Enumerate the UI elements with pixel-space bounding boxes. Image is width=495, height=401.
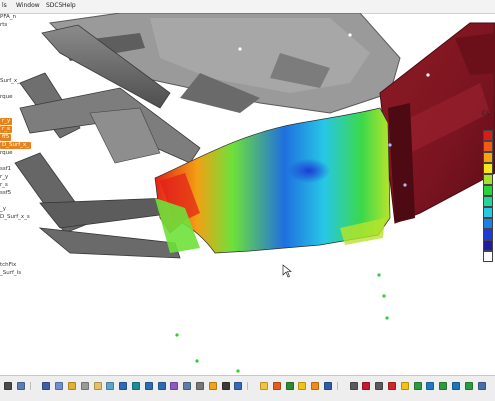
legend-swatch [483,240,493,251]
tree-node[interactable]: r_y [0,118,13,125]
shading-icon[interactable] [196,382,204,390]
chart-icon[interactable] [452,382,460,390]
legend-swatch [483,141,493,152]
specification-tree: PFA_n rts Surf_x_ rque r_y r_s ff5 D_Surf_x_ rqu… [0,14,48,284]
menu-bar: ls Window SDC5 Help [0,0,495,14]
mesh-icon[interactable] [68,382,76,390]
tree-node[interactable]: _y [0,206,6,213]
tree-node[interactable]: r_s [0,182,8,189]
analysis-icon[interactable] [324,382,332,390]
pan-icon[interactable] [119,382,128,390]
tree-node[interactable]: D_Surf_x_ [0,142,31,149]
fly-icon[interactable] [106,382,115,390]
lamp-icon[interactable] [260,382,268,390]
bottom-toolbar [0,375,495,401]
folder-icon[interactable] [93,382,102,390]
edit-icon[interactable] [80,382,89,390]
formula-icon[interactable] [16,382,25,390]
export-icon[interactable] [349,382,358,390]
report-icon[interactable] [464,382,473,390]
cursor-icon[interactable] [311,382,320,390]
menu-tools[interactable]: ls [2,2,7,9]
table-icon[interactable] [413,382,422,390]
check-icon[interactable] [388,382,396,390]
pencil-icon[interactable] [400,382,409,390]
legend-swatch [483,196,493,207]
tree-node[interactable]: r_s [0,126,12,133]
measure-icon[interactable] [285,382,294,390]
tree-node[interactable]: D_Surf_x_s [0,214,30,221]
arrow-icon[interactable] [298,382,307,390]
menu-window[interactable]: Window [16,2,40,9]
tree-node[interactable]: _Surf_ls [0,270,21,277]
legend-swatch [483,152,493,163]
tree-node[interactable]: Surf_x_ [0,78,20,85]
normal-view-icon[interactable] [170,382,179,390]
grid-icon[interactable] [55,382,64,390]
3d-viewport[interactable] [0,13,495,375]
legend-swatch [483,251,493,262]
layout-icon[interactable] [426,382,435,390]
settings-icon[interactable] [477,382,486,390]
legend-swatch [483,218,493,229]
zoom-in-icon[interactable] [144,382,153,390]
tree-node[interactable]: ff5 [0,134,12,141]
legend-swatch [483,174,493,185]
separator [336,382,338,390]
tree-node[interactable]: ssf1 [0,166,11,173]
compare-icon[interactable] [362,382,371,390]
tree-node[interactable]: rque [0,150,13,157]
separator [29,382,31,390]
rotate-icon[interactable] [132,382,140,390]
color-legend [481,130,495,270]
legend-swatch [483,130,493,141]
legend-swatch [483,163,493,174]
tree-node[interactable]: rque [0,94,13,101]
material-icon[interactable] [234,382,243,390]
legend-swatch [483,207,493,218]
hide-show-icon[interactable] [208,382,217,390]
legend-swatch [483,229,493,240]
fender-heatmap [154,107,391,254]
swap-icon[interactable] [221,382,230,390]
body-side-panel [379,22,495,224]
zoom-out-icon[interactable] [157,382,166,390]
tree-node[interactable]: PFA_n [0,14,16,21]
menu-sdc5[interactable]: SDC5 [46,2,62,9]
render-icon[interactable] [272,382,281,390]
tree-node[interactable]: r_y [0,174,8,181]
menu-help[interactable]: Help [62,2,76,9]
tree-node[interactable]: rts [0,22,7,29]
legend-title: Cs [482,110,490,117]
legend-swatch [483,185,493,196]
separator [247,382,249,390]
tree-node[interactable]: ssf5 [0,190,11,197]
cube-icon[interactable] [42,382,51,390]
tree-node[interactable]: tchFix [0,262,16,269]
iso-view-icon[interactable] [183,382,192,390]
fix-icon[interactable] [4,382,12,390]
mouse-cursor [282,264,292,278]
image-icon[interactable] [439,382,448,390]
camera-icon[interactable] [375,382,384,390]
